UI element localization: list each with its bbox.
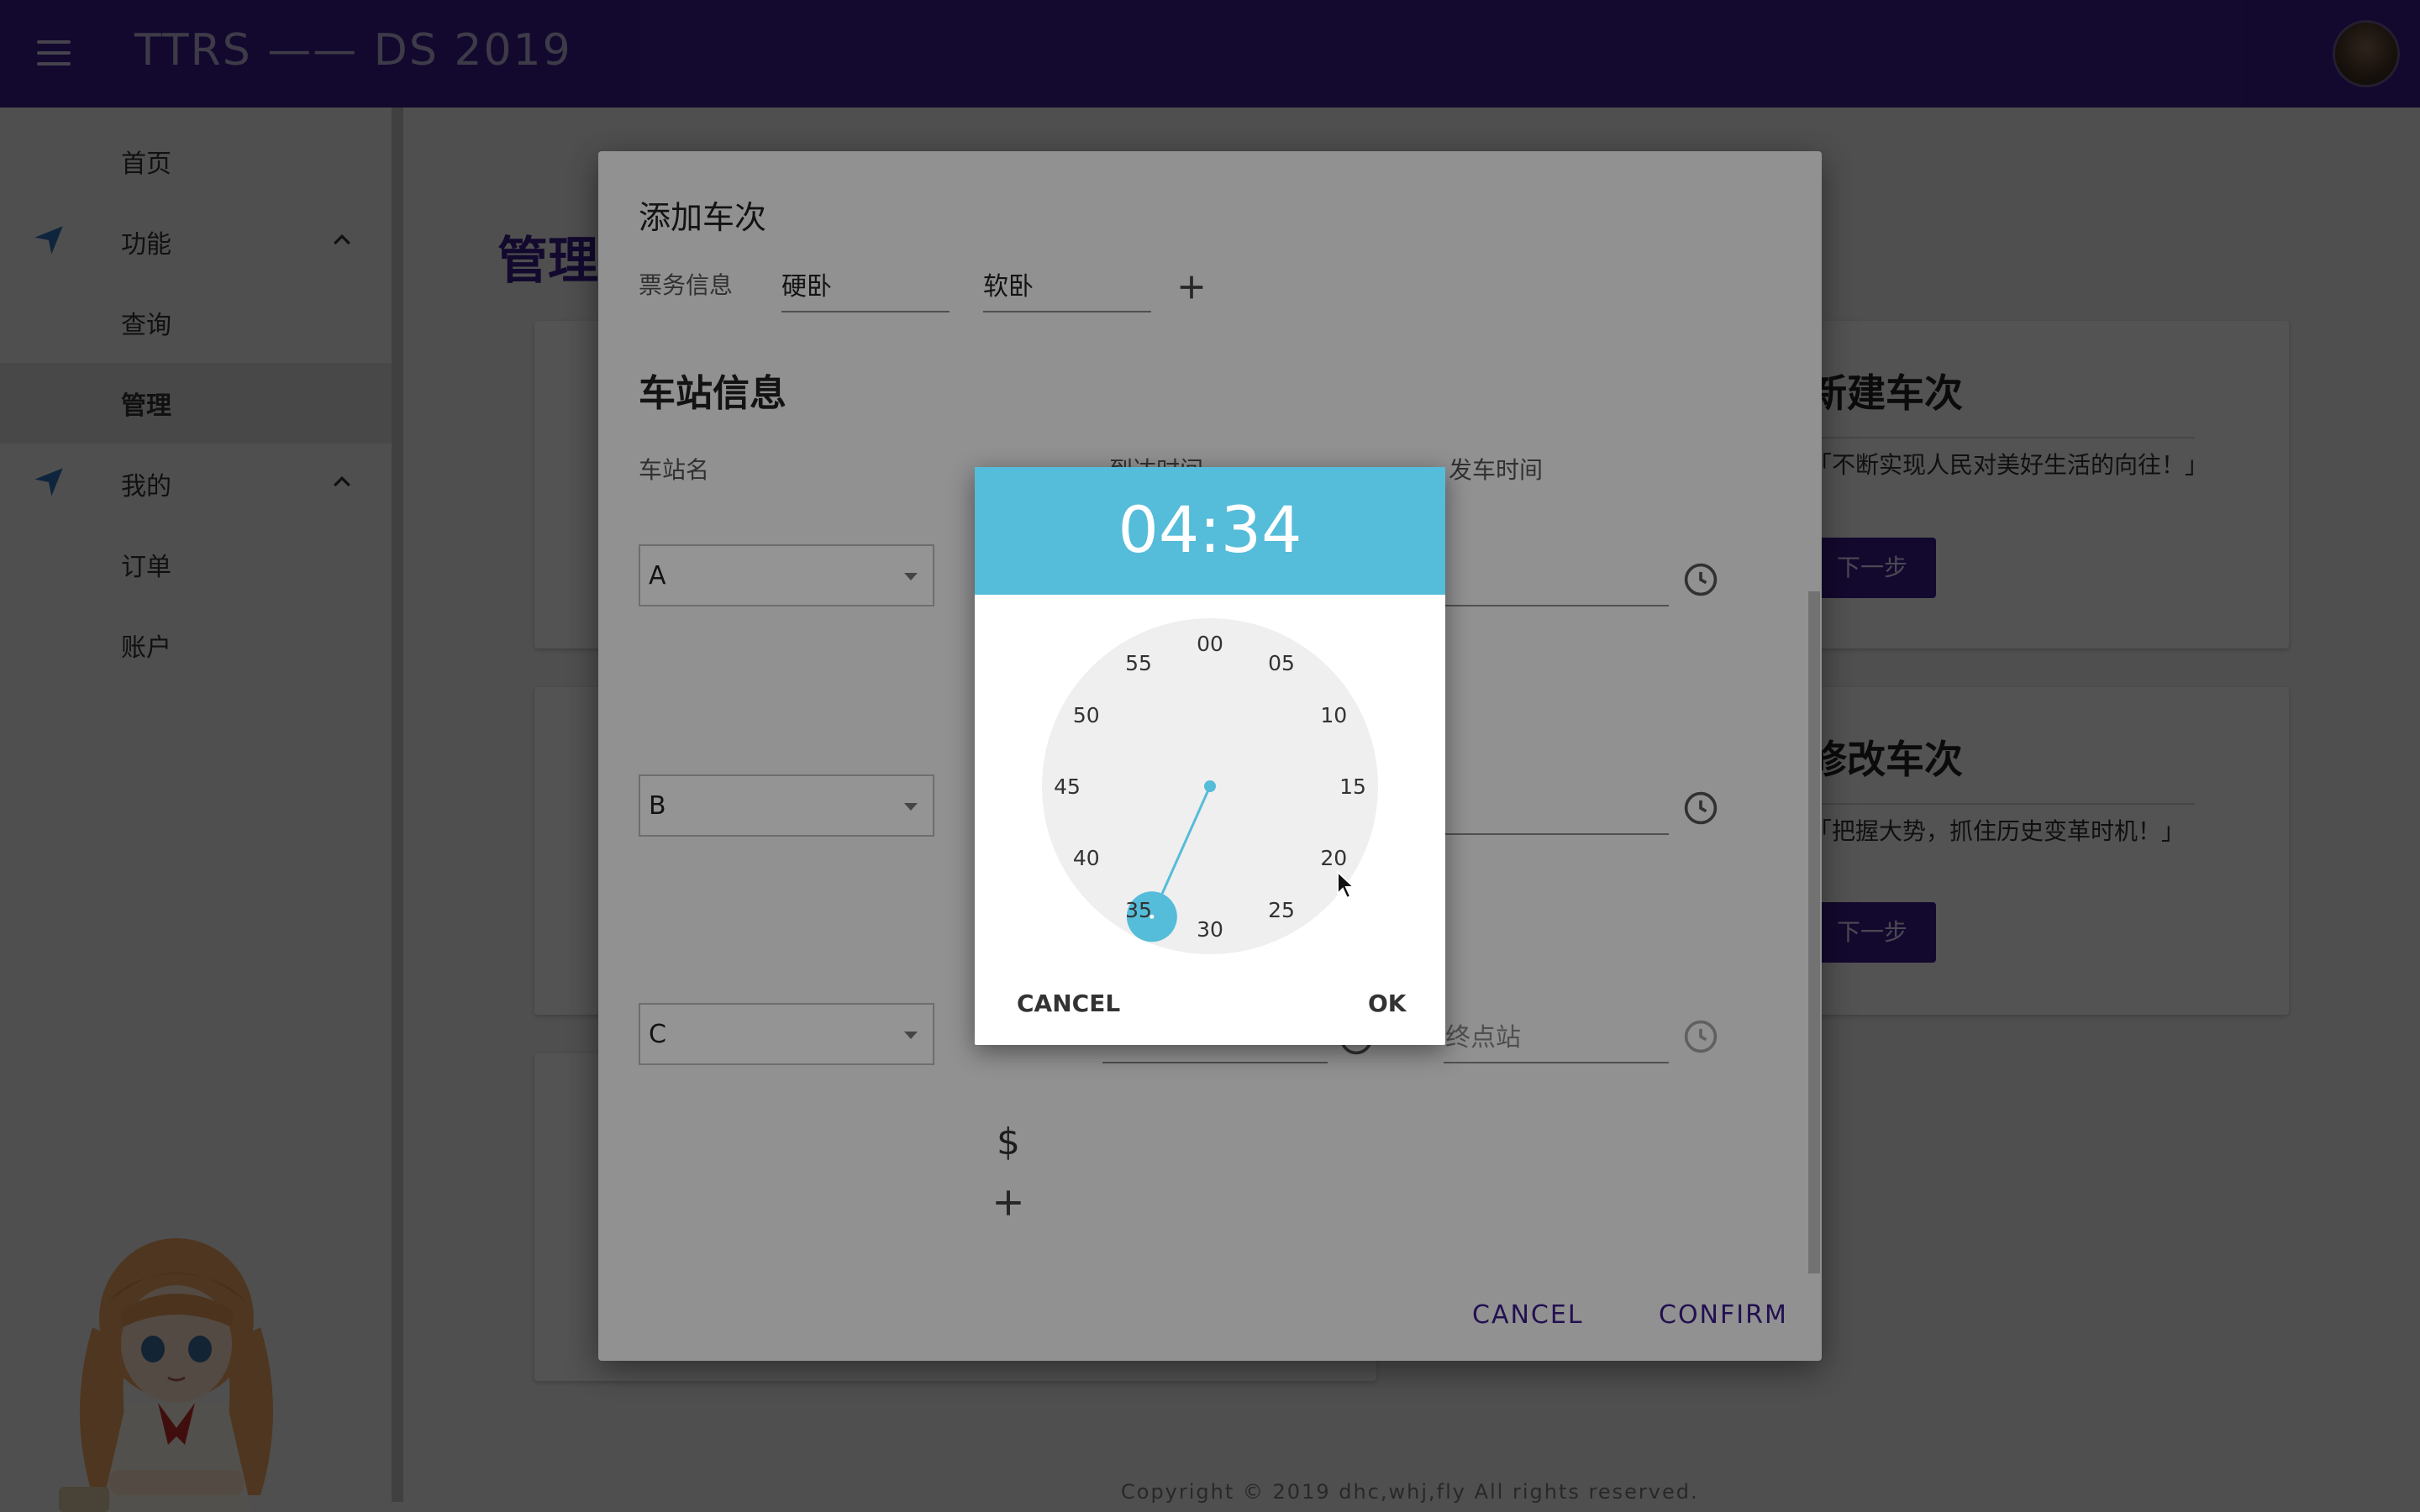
mouse-cursor-icon bbox=[1337, 870, 1356, 900]
selected-time[interactable]: 04:34 bbox=[975, 492, 1445, 567]
clock-minute-label[interactable]: 20 bbox=[1320, 846, 1347, 870]
clock-minute-label[interactable]: 55 bbox=[1125, 651, 1152, 675]
clock-minute-label[interactable]: 45 bbox=[1054, 774, 1081, 799]
picker-cancel-button[interactable]: CANCEL bbox=[1017, 990, 1120, 1017]
time-picker-dialog: 04:34 00 05 10 15 20 25 30 35 40 45 50 55 CANCEL OK bbox=[975, 467, 1445, 1045]
clock-minute-label[interactable]: 40 bbox=[1073, 846, 1100, 870]
clock-minute-label[interactable]: 50 bbox=[1073, 703, 1100, 727]
clock-minute-label[interactable]: 35 bbox=[1125, 898, 1152, 922]
clock-minute-label[interactable]: 30 bbox=[1197, 917, 1223, 942]
clock-minute-label[interactable]: 05 bbox=[1268, 651, 1295, 675]
clock-minute-label[interactable]: 25 bbox=[1268, 898, 1295, 922]
clock-center-dot bbox=[1204, 780, 1216, 792]
clock-face[interactable]: 00 05 10 15 20 25 30 35 40 45 50 55 bbox=[1042, 618, 1378, 954]
clock-minute-label[interactable]: 00 bbox=[1197, 632, 1223, 656]
clock-minute-label[interactable]: 10 bbox=[1320, 703, 1347, 727]
clock-minute-label[interactable]: 15 bbox=[1339, 774, 1366, 799]
time-picker-header: 04:34 bbox=[975, 467, 1445, 595]
picker-ok-button[interactable]: OK bbox=[1368, 990, 1407, 1017]
